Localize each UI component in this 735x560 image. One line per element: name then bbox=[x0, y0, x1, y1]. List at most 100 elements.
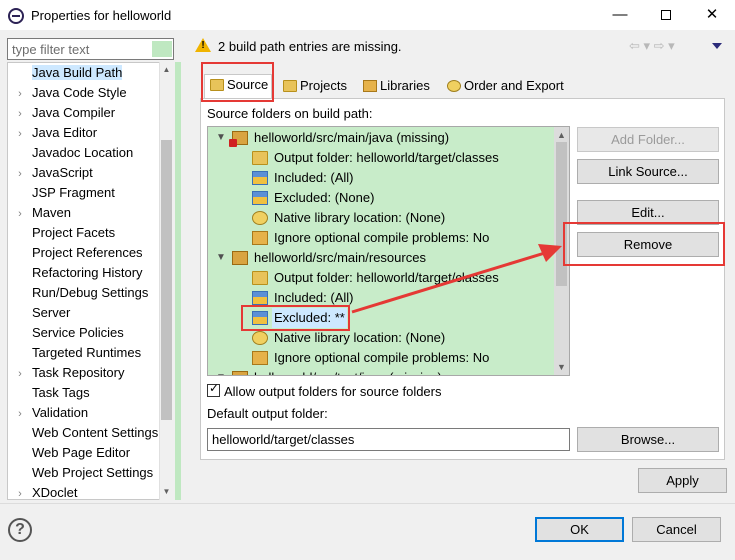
maximize-button[interactable] bbox=[643, 0, 689, 30]
package-error-icon bbox=[232, 371, 248, 375]
nav-item-label: Server bbox=[32, 305, 71, 320]
nav-item-label: Web Project Settings bbox=[32, 465, 154, 480]
ignore-problems-icon bbox=[252, 351, 268, 365]
tree-node-label: Ignore optional compile problems: No bbox=[274, 350, 490, 365]
libraries-icon bbox=[363, 80, 377, 92]
collapse-chevron-icon[interactable]: ▼ bbox=[214, 128, 228, 148]
nav-item-label: Task Tags bbox=[32, 385, 90, 400]
tree-scroll-down-icon[interactable]: ▼ bbox=[554, 360, 569, 374]
tab-projects-label: Projects bbox=[300, 78, 347, 93]
tab-libraries-label: Libraries bbox=[380, 78, 430, 93]
nav-item-label: Targeted Runtimes bbox=[32, 345, 142, 360]
tree-node-label: Native library location: (None) bbox=[274, 210, 446, 225]
nav-item-label: Run/Debug Settings bbox=[32, 285, 149, 300]
nav-item-label: Service Policies bbox=[32, 325, 124, 340]
warning-mark: ! bbox=[201, 40, 205, 51]
nav-item[interactable]: › Maven bbox=[8, 203, 160, 223]
tab-projects[interactable]: Projects bbox=[278, 76, 350, 98]
tree-node-label: Native library location: (None) bbox=[274, 330, 446, 345]
output-folder-icon bbox=[252, 271, 268, 285]
tree-node-label: Excluded: (None) bbox=[274, 190, 375, 205]
nav-item-label: XDoclet bbox=[32, 485, 78, 500]
checkmark-icon: ✓ bbox=[209, 381, 220, 395]
close-button[interactable]: ✕ bbox=[689, 0, 735, 30]
help-icon[interactable]: ? bbox=[8, 518, 32, 542]
nav-item[interactable]: Web Project Settings bbox=[8, 463, 160, 483]
nav-item[interactable]: › Task Repository bbox=[8, 363, 160, 383]
nav-item-label: Java Code Style bbox=[32, 85, 127, 100]
expand-chevron-icon[interactable]: › bbox=[8, 104, 32, 124]
nav-item[interactable]: Task Tags bbox=[8, 383, 160, 403]
output-folder-icon bbox=[252, 151, 268, 165]
source-folder-tree[interactable]: ▼ helloworld/src/main/java (missing) Outpu… bbox=[207, 126, 570, 376]
browse-button[interactable]: Browse... bbox=[577, 427, 719, 452]
native-library-icon bbox=[252, 331, 268, 345]
expand-chevron-icon[interactable]: › bbox=[8, 404, 32, 424]
cancel-button[interactable]: Cancel bbox=[632, 517, 721, 542]
nav-item[interactable]: Java Build Path bbox=[8, 63, 160, 83]
default-output-field[interactable]: helloworld/target/classes bbox=[207, 428, 570, 451]
nav-item[interactable]: Project References bbox=[8, 243, 160, 263]
nav-item[interactable]: Project Facets bbox=[8, 223, 160, 243]
ok-button[interactable]: OK bbox=[535, 517, 624, 542]
nav-item[interactable]: Run/Debug Settings bbox=[8, 283, 160, 303]
nav-item[interactable]: › Java Code Style bbox=[8, 83, 160, 103]
nav-item[interactable]: › Java Editor bbox=[8, 123, 160, 143]
annotation-box-source-tab bbox=[201, 62, 274, 102]
category-tree-scroll-thumb[interactable] bbox=[161, 140, 172, 420]
minimize-button[interactable]: — bbox=[597, 0, 643, 30]
expand-chevron-icon[interactable]: › bbox=[8, 364, 32, 384]
nav-item[interactable]: JSP Fragment bbox=[8, 183, 160, 203]
nav-item-label: Java Build Path bbox=[32, 65, 123, 80]
nav-item-label: Maven bbox=[32, 205, 72, 220]
tree-node-label: Output folder: helloworld/target/classes bbox=[274, 150, 499, 165]
nav-item[interactable]: Refactoring History bbox=[8, 263, 160, 283]
annotation-box-excluded bbox=[241, 305, 350, 331]
view-menu-icon[interactable] bbox=[712, 43, 722, 49]
nav-item[interactable]: Targeted Runtimes bbox=[8, 343, 160, 363]
sash-handle[interactable] bbox=[175, 62, 181, 500]
tab-order-export-label: Order and Export bbox=[464, 78, 564, 93]
collapse-chevron-icon[interactable]: ▼ bbox=[214, 368, 228, 375]
footer-divider bbox=[0, 503, 735, 504]
tab-libraries[interactable]: Libraries bbox=[358, 76, 436, 98]
nav-item[interactable]: › JavaScript bbox=[8, 163, 160, 183]
nav-item[interactable]: Web Content Settings bbox=[8, 423, 160, 443]
tree-node-label: Ignore optional compile problems: No bbox=[274, 230, 490, 245]
tab-order-export[interactable]: Order and Export bbox=[442, 76, 570, 98]
expand-chevron-icon[interactable]: › bbox=[8, 84, 32, 104]
category-tree[interactable]: Java Build Path › Java Code Style › Java Com… bbox=[7, 62, 174, 500]
scroll-up-icon[interactable]: ▲ bbox=[159, 63, 174, 77]
tree-scroll-up-icon[interactable]: ▲ bbox=[554, 128, 569, 142]
nav-item-label: Web Page Editor bbox=[32, 445, 131, 460]
nav-item[interactable]: › Validation bbox=[8, 403, 160, 423]
add-folder-button[interactable]: Add Folder... bbox=[577, 127, 719, 152]
allow-output-label: Allow output folders for source folders bbox=[224, 384, 442, 399]
expand-chevron-icon[interactable]: › bbox=[8, 484, 32, 499]
tree-node-label: helloworld/src/test/java (missing) bbox=[252, 368, 444, 375]
expand-chevron-icon[interactable]: › bbox=[8, 204, 32, 224]
expand-chevron-icon[interactable]: › bbox=[8, 164, 32, 184]
collapse-chevron-icon[interactable]: ▼ bbox=[214, 248, 228, 268]
nav-item-label: Project References bbox=[32, 245, 143, 260]
tree-node-label: helloworld/src/main/resources bbox=[254, 250, 426, 265]
nav-item[interactable]: Service Policies bbox=[8, 323, 160, 343]
inclusion-filter-icon bbox=[252, 171, 268, 185]
nav-item[interactable]: › XDoclet bbox=[8, 483, 160, 500]
nav-item-label: Validation bbox=[32, 405, 89, 420]
nav-item-label: Web Content Settings bbox=[32, 425, 159, 440]
inclusion-filter-icon bbox=[252, 291, 268, 305]
filter-input[interactable]: type filter text bbox=[7, 38, 174, 60]
filter-clear-icon[interactable] bbox=[152, 41, 172, 57]
nav-item[interactable]: › Java Compiler bbox=[8, 103, 160, 123]
nav-item[interactable]: Javadoc Location bbox=[8, 143, 160, 163]
history-nav-arrows-icon[interactable]: ⇦ ▾ ⇨ ▾ bbox=[629, 38, 675, 54]
scroll-down-icon[interactable]: ▼ bbox=[159, 485, 174, 499]
nav-item[interactable]: Web Page Editor bbox=[8, 443, 160, 463]
link-source-button[interactable]: Link Source... bbox=[577, 159, 719, 184]
nav-item-label: Project Facets bbox=[32, 225, 116, 240]
apply-button[interactable]: Apply bbox=[638, 468, 727, 493]
nav-item[interactable]: Server bbox=[8, 303, 160, 323]
tree-node-label: helloworld/src/main/java (missing) bbox=[254, 130, 450, 145]
expand-chevron-icon[interactable]: › bbox=[8, 124, 32, 144]
